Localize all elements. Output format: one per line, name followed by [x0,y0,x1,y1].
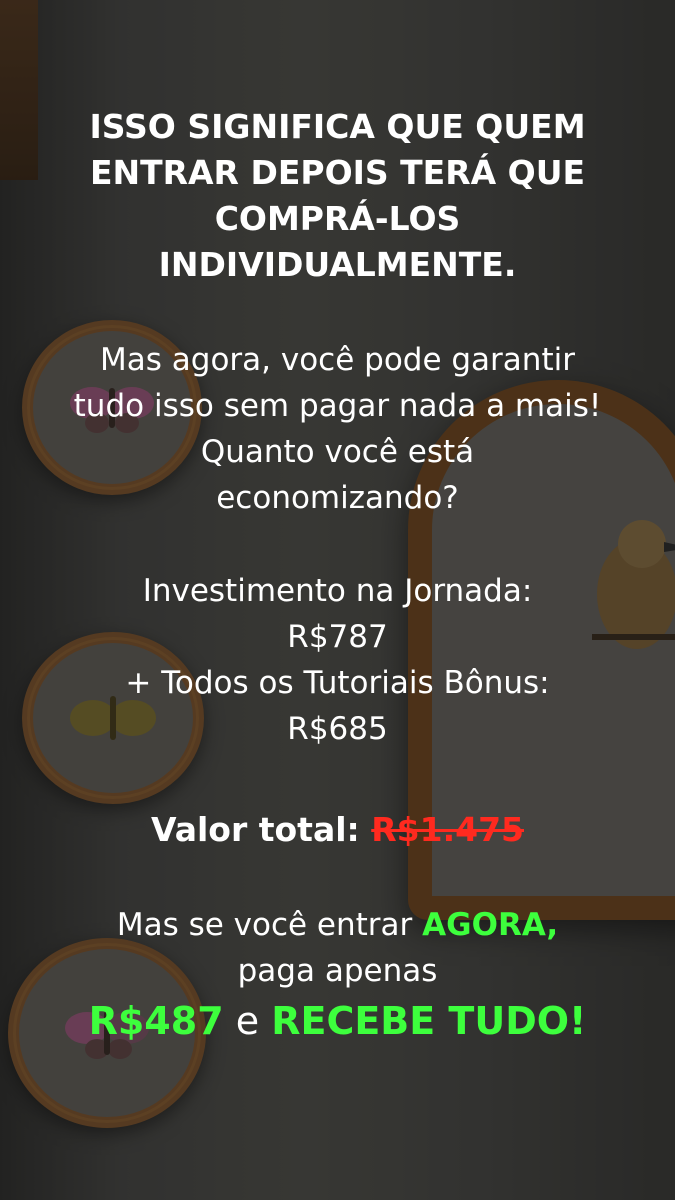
offer-line2: paga apenas [237,953,438,989]
intro-text: Mas agora, você pode garantir tudo isso … [0,337,675,521]
headline-line: ISSO SIGNIFICA QUE QUEM [89,107,586,146]
headline-line: ENTRAR DEPOIS TERÁ QUE [89,153,586,192]
investment-breakdown: Investimento na Jornada: R$787 + Todos o… [0,568,675,752]
headline-line: COMPRÁ-LOS [214,199,461,238]
headline-line: INDIVIDUALMENTE. [158,245,517,284]
intro-line: economizando? [216,480,459,516]
offer-cta: RECEBE TUDO! [271,999,587,1043]
offer-prefix: Mas se você entrar [116,907,413,943]
offer-text: Mas se você entrar AGORA, paga apenas [0,902,675,994]
total-value: Valor total: R$1.475 [0,810,675,849]
old-price: R$1.475 [371,810,524,849]
intro-line: tudo isso sem pagar nada a mais! [73,388,602,424]
investment-price: R$787 [287,619,388,655]
offer-connector: e [235,999,260,1043]
investment-label: Investimento na Jornada: [142,573,533,609]
intro-line: Quanto você está [200,434,475,470]
intro-line: Mas agora, você pode garantir [100,342,575,378]
offer-price-line: R$487 e RECEBE TUDO! [0,995,675,1047]
total-label: Valor total: [150,810,360,849]
story-slide: ISSO SIGNIFICA QUE QUEM ENTRAR DEPOIS TE… [0,0,675,1200]
offer-now: AGORA, [422,907,559,943]
headline: ISSO SIGNIFICA QUE QUEM ENTRAR DEPOIS TE… [0,104,675,288]
bonus-price: R$685 [287,711,388,747]
bonus-label: + Todos os Tutoriais Bônus: [125,665,550,701]
offer-price: R$487 [88,999,224,1043]
